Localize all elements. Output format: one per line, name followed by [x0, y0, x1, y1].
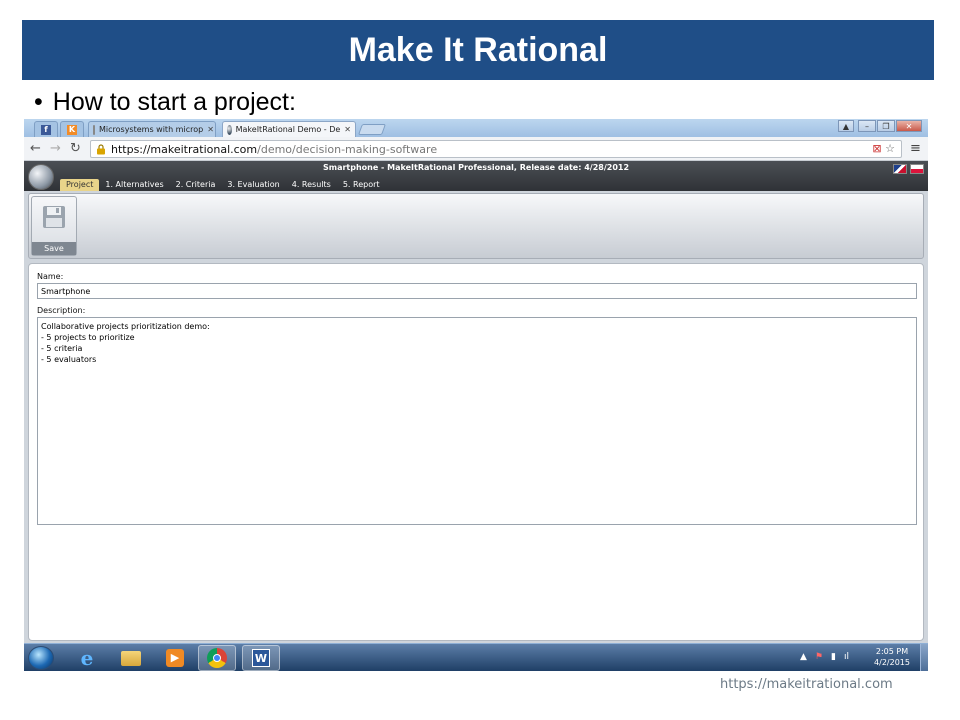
description-textarea[interactable]: Collaborative projects prioritization de… — [37, 317, 917, 525]
menu-criteria[interactable]: 2. Criteria — [170, 179, 222, 191]
word-icon[interactable]: W — [242, 645, 280, 671]
menu-report[interactable]: 5. Report — [337, 179, 386, 191]
slide-title-bar: Make It Rational — [22, 20, 934, 80]
polish-flag-icon[interactable] — [910, 164, 924, 174]
media-player-icon[interactable]: ▶ — [156, 645, 194, 671]
show-hidden-icons-icon[interactable]: ▲ — [800, 652, 807, 662]
menu-project[interactable]: Project — [60, 179, 100, 191]
menu-alternatives[interactable]: 1. Alternatives — [99, 179, 169, 191]
reload-icon[interactable]: ↻ — [70, 141, 81, 156]
chrome-icon[interactable] — [198, 645, 236, 671]
tab-makeitrational[interactable]: MakeItRational Demo - De ✕ — [222, 121, 356, 137]
browser-toolbar: ← → ↻ https://makeitrational.com/demo/de… — [24, 137, 928, 161]
name-input[interactable]: Smartphone — [37, 283, 917, 299]
menu-icon[interactable]: ≡ — [910, 141, 921, 156]
back-icon[interactable]: ← — [30, 141, 41, 156]
project-form: Name: Smartphone Description: Collaborat… — [28, 263, 924, 641]
power-icon[interactable]: ▮ — [831, 652, 836, 662]
tab-facebook[interactable]: f — [34, 121, 58, 137]
k-icon: K — [67, 124, 77, 135]
tab-label: Microsystems with microp — [99, 125, 204, 134]
floppy-disk-icon — [43, 206, 65, 228]
english-flag-icon[interactable] — [893, 164, 907, 174]
close-tab-icon[interactable]: ✕ — [340, 125, 351, 134]
source-url: https://makeitrational.com — [720, 677, 893, 692]
start-button[interactable] — [28, 646, 54, 670]
app-header: Smartphone - MakeItRational Professional… — [24, 161, 928, 191]
browser-screenshot: f K Microsystems with microp ✕ MakeItRat… — [24, 119, 928, 671]
bookmark-star-icon[interactable]: ☆ — [885, 142, 895, 155]
minimize-button[interactable]: – — [858, 120, 876, 132]
app-status-text: Smartphone - MakeItRational Professional… — [322, 163, 630, 172]
browser-titlebar: f K Microsystems with microp ✕ MakeItRat… — [24, 119, 928, 137]
app-menu: Project 1. Alternatives 2. Criteria 3. E… — [60, 179, 386, 191]
tab-microsystems[interactable]: Microsystems with microp ✕ — [88, 121, 216, 137]
lock-icon — [97, 144, 105, 155]
signal-icon[interactable]: ıl — [844, 652, 849, 662]
bullet-dot: • — [34, 88, 43, 116]
user-icon[interactable]: ▲ — [838, 120, 854, 132]
slide-bullet-text: How to start a project: — [52, 88, 296, 116]
slide-bullet: • How to start a project: — [34, 88, 296, 117]
url-host: https://makeitrational.com — [111, 142, 258, 156]
document-icon — [93, 124, 95, 135]
menu-evaluation[interactable]: 3. Evaluation — [221, 179, 285, 191]
forward-icon[interactable]: → — [50, 141, 61, 156]
clock[interactable]: 2:05 PM 4/2/2015 — [870, 646, 914, 668]
menu-results[interactable]: 4. Results — [286, 179, 337, 191]
close-tab-icon[interactable]: ✕ — [203, 125, 214, 134]
action-center-icon[interactable]: ⚑ — [815, 652, 823, 662]
tab-k[interactable]: K — [60, 121, 84, 137]
tab-label: MakeItRational Demo - De — [235, 125, 341, 134]
facebook-icon: f — [41, 124, 51, 135]
blocked-popup-icon[interactable]: ⊠ — [872, 142, 881, 155]
url-path: /demo/decision-making-software — [257, 142, 438, 156]
ie-icon[interactable]: e — [68, 645, 106, 671]
close-window-button[interactable]: ✕ — [896, 120, 922, 132]
save-button[interactable]: Save — [31, 196, 77, 256]
slide-title: Make It Rational — [348, 30, 608, 69]
address-bar[interactable]: https://makeitrational.com/demo/decision… — [90, 140, 902, 158]
folder-icon[interactable] — [112, 645, 150, 671]
clock-date: 4/2/2015 — [874, 658, 910, 667]
system-tray: ▲ ⚑ ▮ ıl — [800, 652, 849, 662]
name-label: Name: — [37, 272, 64, 281]
makeitrational-icon — [227, 124, 232, 135]
restore-button[interactable]: ❐ — [877, 120, 895, 132]
new-tab-button[interactable] — [357, 124, 387, 135]
windows-taskbar: e ▶ W ▲ ⚑ ▮ ıl 2:05 PM 4/2/2015 — [24, 643, 928, 671]
show-desktop-button[interactable] — [920, 644, 928, 671]
ribbon: Save — [28, 193, 924, 259]
save-label: Save — [32, 242, 76, 255]
clock-time: 2:05 PM — [875, 647, 909, 656]
description-label: Description: — [37, 306, 86, 315]
